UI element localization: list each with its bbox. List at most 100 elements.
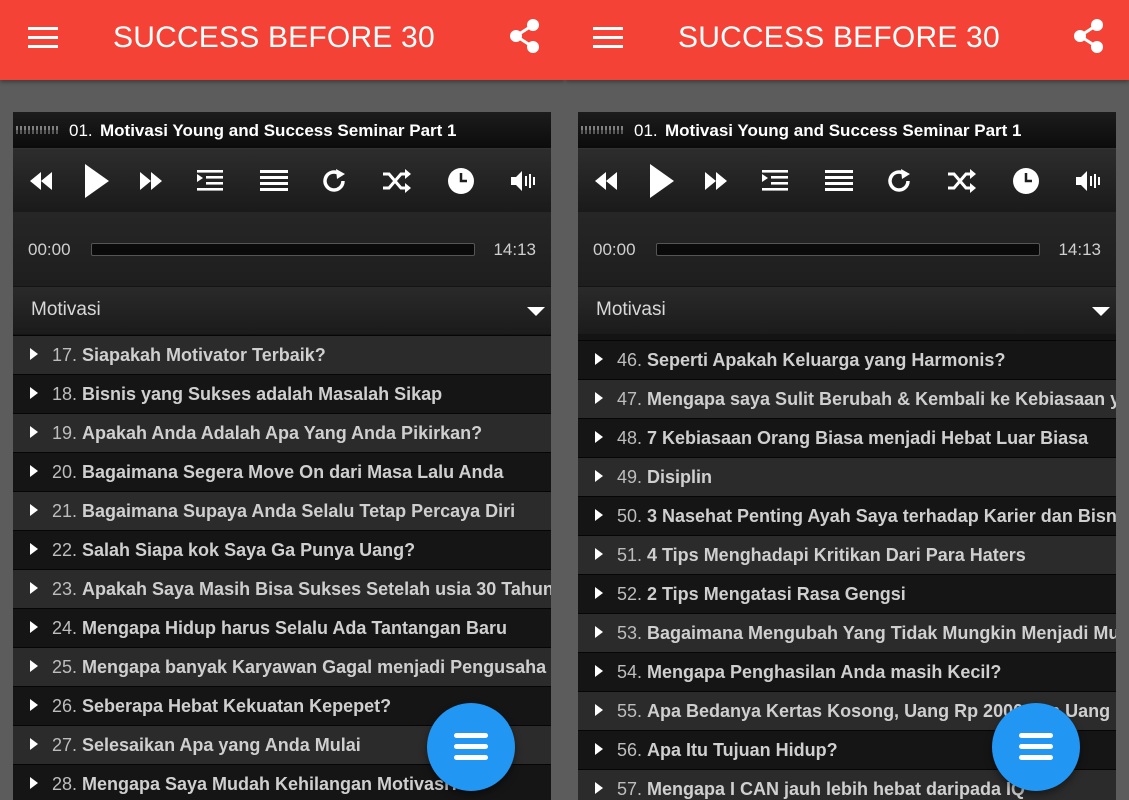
track-item[interactable]: 17. Siapakah Motivator Terbaik? (13, 335, 551, 374)
rewind-icon[interactable] (25, 165, 57, 197)
track-number: 48. (617, 428, 643, 448)
timer-icon[interactable] (445, 165, 477, 197)
play-arrow-icon (595, 431, 603, 443)
track-title: 3 Nasehat Penting Ayah Saya terhadap Kar… (647, 506, 1116, 526)
track-title: Siapakah Motivator Terbaik? (82, 345, 326, 365)
track-item[interactable]: 20. Bagaimana Segera Move On dari Masa La… (13, 452, 551, 491)
track-number: 24. (52, 618, 78, 638)
track-item[interactable]: 47. Mengapa saya Sulit Berubah & Kembali … (578, 379, 1116, 418)
play-arrow-icon (595, 587, 603, 599)
play-arrow-icon (595, 626, 603, 638)
share-icon[interactable] (1069, 16, 1109, 56)
track-item[interactable]: 52. 2 Tips Mengatasi Rasa Gengsi (578, 574, 1116, 613)
play-arrow-icon (30, 777, 38, 789)
play-arrow-icon (30, 426, 38, 438)
track-title: Bagaimana Supaya Anda Selalu Tetap Perca… (82, 501, 516, 521)
track-number: 22. (52, 540, 78, 560)
track-item[interactable]: 49. Disiplin (578, 457, 1116, 496)
repeat-icon[interactable] (319, 165, 351, 197)
track-item[interactable]: 48. 7 Kebiasaan Orang Biasa menjadi Hebat… (578, 418, 1116, 457)
track-number: 55. (617, 701, 643, 721)
play-arrow-icon (595, 353, 603, 365)
track-item[interactable]: 50. 3 Nasehat Penting Ayah Saya terhadap … (578, 496, 1116, 535)
track-item[interactable]: 46. Seperti Apakah Keluarga yang Harmonis… (578, 340, 1116, 379)
track-number: 19. (52, 423, 78, 443)
track-number: 20. (52, 462, 78, 482)
dropdown-arrow-icon (1092, 307, 1110, 316)
volume-icon[interactable] (1072, 165, 1104, 197)
category-label: Motivasi (31, 299, 101, 320)
play-arrow-icon (30, 387, 38, 399)
fab-menu-icon[interactable] (992, 703, 1080, 791)
track-item[interactable]: 23. Apakah Saya Masih Bisa Sukses Setelah… (13, 569, 551, 608)
track-title: Salah Siapa kok Saya Ga Punya Uang? (82, 540, 416, 560)
track-title: Seberapa Hebat Kekuatan Kepepet? (82, 696, 392, 716)
track-number: 49. (617, 467, 643, 487)
track-item[interactable]: 25. Mengapa banyak Karyawan Gagal menjadi… (13, 647, 551, 686)
play-icon[interactable] (77, 161, 113, 201)
track-item[interactable]: 19. Apakah Anda Adalah Apa Yang Anda Piki… (13, 413, 551, 452)
play-arrow-icon (30, 738, 38, 750)
track-title: Apa Itu Tujuan Hidup? (647, 740, 838, 760)
play-arrow-icon (595, 392, 603, 404)
list-icon[interactable] (258, 165, 290, 197)
fast-forward-icon[interactable] (700, 165, 732, 197)
track-item[interactable]: 54. Mengapa Penghasilan Anda masih Kecil? (578, 652, 1116, 691)
shuffle-icon[interactable] (380, 165, 412, 197)
menu-icon[interactable] (591, 24, 625, 52)
fab-menu-icon[interactable] (427, 703, 515, 791)
track-number: 52. (617, 584, 643, 604)
play-arrow-icon (595, 548, 603, 560)
total-duration: 14:13 (1058, 240, 1101, 259)
seek-bar[interactable] (91, 243, 475, 256)
audio-player: 01. Motivasi Young and Success Seminar P… (13, 112, 551, 800)
play-arrow-icon (30, 699, 38, 711)
track-item[interactable]: 24. Mengapa Hidup harus Selalu Ada Tantan… (13, 608, 551, 647)
track-number: 51. (617, 545, 643, 565)
app-bar: SUCCESS BEFORE 30 (565, 0, 1129, 80)
category-dropdown[interactable]: Motivasi (578, 287, 1116, 334)
screen-left: SUCCESS BEFORE 30 01. Motivasi Young and… (0, 0, 565, 800)
track-title: 4 Tips Menghadapi Kritikan Dari Para Hat… (647, 545, 1026, 565)
playlist-indent-icon[interactable] (194, 165, 226, 197)
play-arrow-icon (595, 665, 603, 677)
track-item[interactable]: 21. Bagaimana Supaya Anda Selalu Tetap Pe… (13, 491, 551, 530)
timer-icon[interactable] (1010, 165, 1042, 197)
category-dropdown[interactable]: Motivasi (13, 287, 551, 334)
grip-icon (16, 126, 58, 134)
app-bar: SUCCESS BEFORE 30 (0, 0, 565, 80)
track-title: 7 Kebiasaan Orang Biasa menjadi Hebat Lu… (647, 428, 1089, 448)
repeat-icon[interactable] (884, 165, 916, 197)
menu-icon[interactable] (26, 24, 60, 52)
seek-bar[interactable] (656, 243, 1040, 256)
shuffle-icon[interactable] (945, 165, 977, 197)
track-title: 2 Tips Mengatasi Rasa Gengsi (647, 584, 906, 604)
track-item[interactable]: 22. Salah Siapa kok Saya Ga Punya Uang? (13, 530, 551, 569)
now-playing-bar: 01. Motivasi Young and Success Seminar P… (13, 112, 551, 149)
play-arrow-icon (30, 543, 38, 555)
track-number: 46. (617, 350, 643, 370)
track-number: 53. (617, 623, 643, 643)
track-title: Mengapa Hidup harus Selalu Ada Tantangan… (82, 618, 508, 638)
share-icon[interactable] (505, 16, 545, 56)
screen-right: SUCCESS BEFORE 30 01. Motivasi Young and… (565, 0, 1129, 800)
fast-forward-icon[interactable] (135, 165, 167, 197)
play-icon[interactable] (642, 161, 678, 201)
track-number: 27. (52, 735, 78, 755)
playlist-indent-icon[interactable] (759, 165, 791, 197)
volume-icon[interactable] (507, 165, 539, 197)
now-playing-bar: 01. Motivasi Young and Success Seminar P… (578, 112, 1116, 149)
track-number: 47. (617, 389, 643, 409)
track-title: Mengapa banyak Karyawan Gagal menjadi Pe… (82, 657, 547, 677)
track-item[interactable]: 18. Bisnis yang Sukses adalah Masalah Sik… (13, 374, 551, 413)
track-number: 50. (617, 506, 643, 526)
track-item[interactable]: 53. Bagaimana Mengubah Yang Tidak Mungkin… (578, 613, 1116, 652)
track-title: Mengapa Penghasilan Anda masih Kecil? (647, 662, 1002, 682)
rewind-icon[interactable] (590, 165, 622, 197)
list-icon[interactable] (823, 165, 855, 197)
play-arrow-icon (30, 621, 38, 633)
track-item[interactable]: 51. 4 Tips Menghadapi Kritikan Dari Para … (578, 535, 1116, 574)
play-arrow-icon (595, 509, 603, 521)
track-number: 54. (617, 662, 643, 682)
now-playing-title: Motivasi Young and Success Seminar Part … (665, 121, 1022, 140)
